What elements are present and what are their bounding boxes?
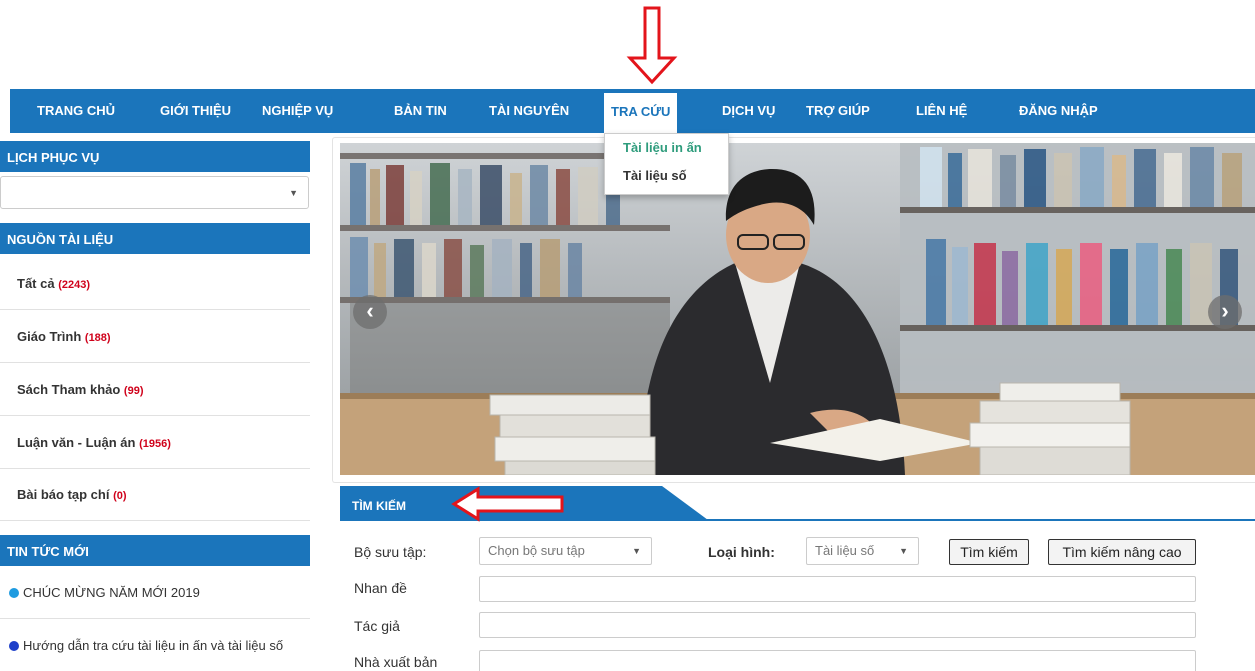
dropdown-item-digital-materials[interactable]: Tài liệu số (605, 162, 728, 190)
chevron-left-icon: ‹ (366, 298, 374, 323)
nav-item-login[interactable]: ĐĂNG NHẬP (1019, 89, 1098, 133)
dropdown-item-print-materials[interactable]: Tài liệu in ấn (605, 134, 728, 162)
nav-item-services[interactable]: DỊCH VỤ (722, 89, 775, 133)
source-item-articles[interactable]: Bài báo tạp chí (0) (0, 469, 310, 521)
collection-label: Bộ sưu tập: (354, 544, 427, 560)
news-heading: TIN TỨC MỚI (0, 535, 310, 566)
sources-heading: NGUỒN TÀI LIỆU (0, 223, 310, 254)
bullet-icon (9, 641, 19, 651)
schedule-heading: LỊCH PHỤC VỤ (0, 141, 310, 172)
banner-image: ‹ › (340, 143, 1255, 475)
source-item-textbooks[interactable]: Giáo Trình (188) (0, 311, 310, 363)
nav-item-about[interactable]: GIỚI THIỆU (160, 89, 231, 133)
source-item-label: Tất cả (17, 276, 59, 291)
annotation-left-arrow (451, 486, 564, 522)
nav-item-home[interactable]: TRANG CHỦ (37, 89, 115, 133)
advanced-search-button[interactable]: Tìm kiếm nâng cao (1048, 539, 1196, 565)
nav-item-contact[interactable]: LIÊN HỆ (916, 89, 967, 133)
publisher-field-label: Nhà xuất bản (354, 654, 438, 670)
search-button[interactable]: Tìm kiếm (949, 539, 1029, 565)
nav-item-bulletin[interactable]: BẢN TIN (394, 89, 447, 133)
author-input[interactable] (479, 612, 1196, 638)
carousel-next-button[interactable]: › (1208, 295, 1242, 329)
source-item-all[interactable]: Tất cả (2243) (0, 258, 310, 310)
annotation-down-arrow (626, 6, 678, 85)
type-label: Loại hình: (708, 544, 775, 560)
nav-item-operations[interactable]: NGHIỆP VỤ (262, 89, 333, 133)
news-item-text: CHÚC MỪNG NĂM MỚI 2019 (23, 585, 200, 600)
source-item-count: (1956) (139, 438, 171, 450)
type-select[interactable]: Tài liệu số ▼ (806, 537, 919, 565)
main-nav: TRANG CHỦ GIỚI THIỆU NGHIỆP VỤ BẢN TIN T… (10, 89, 1255, 133)
source-item-label: Luận văn - Luận án (17, 435, 140, 450)
lookup-dropdown: Tài liệu in ấn Tài liệu số (604, 133, 729, 195)
chevron-right-icon: › (1221, 298, 1229, 323)
source-item-theses[interactable]: Luận văn - Luận án (1956) (0, 417, 310, 469)
schedule-select[interactable]: ▼ (0, 176, 309, 209)
chevron-down-icon: ▼ (289, 188, 298, 198)
source-item-label: Giáo Trình (17, 329, 85, 344)
source-item-references[interactable]: Sách Tham khảo (99) (0, 364, 310, 416)
nav-item-help[interactable]: TRỢ GIÚP (806, 89, 870, 133)
news-item[interactable]: Hướng dẫn tra cứu tài liệu in ấn và tài … (0, 619, 310, 671)
bullet-icon (9, 588, 19, 598)
collection-select[interactable]: Chọn bộ sưu tập ▼ (479, 537, 652, 565)
publisher-input[interactable] (479, 650, 1196, 671)
news-item-text: Hướng dẫn tra cứu tài liệu in ấn và tài … (23, 638, 284, 653)
type-select-value: Tài liệu số (815, 543, 875, 558)
chevron-down-icon: ▼ (632, 546, 641, 556)
carousel-prev-button[interactable]: ‹ (353, 295, 387, 329)
title-input[interactable] (479, 576, 1196, 602)
title-field-label: Nhan đề (354, 580, 407, 596)
chevron-down-icon: ▼ (899, 546, 908, 556)
nav-item-lookup[interactable]: TRA CỨU (604, 93, 678, 133)
library-photo (340, 143, 1255, 475)
source-item-count: (99) (123, 385, 144, 397)
nav-item-resources[interactable]: TÀI NGUYÊN (489, 89, 569, 133)
source-item-label: Sách Tham khảo (17, 382, 124, 397)
source-item-count: (0) (113, 490, 127, 502)
news-item[interactable]: CHÚC MỪNG NĂM MỚI 2019 (0, 566, 310, 619)
source-item-count: (2243) (58, 279, 90, 291)
collection-select-value: Chọn bộ sưu tập (488, 543, 585, 558)
search-tab-title: TÌM KIẾM (352, 499, 406, 513)
source-item-label: Bài báo tạp chí (17, 487, 114, 502)
author-field-label: Tác giả (354, 618, 400, 634)
source-item-count: (188) (84, 332, 111, 344)
